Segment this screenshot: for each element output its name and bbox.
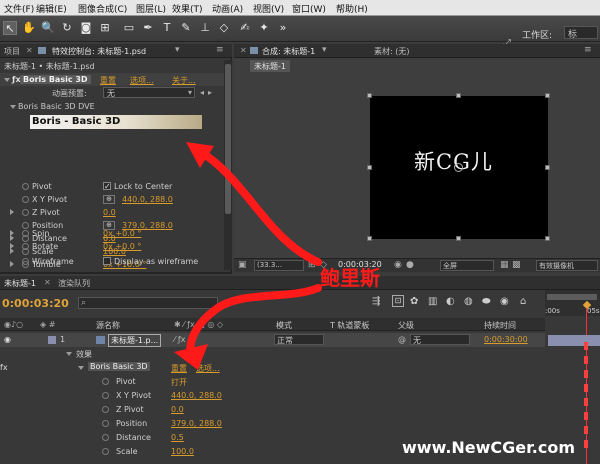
annotation-arrows [174, 142, 588, 448]
annotation-arrow-up [194, 146, 322, 266]
watermark-badge: www.NewCGer.com [392, 436, 598, 460]
watermark-text: www.NewCGer.com [402, 438, 575, 457]
keyframe-marker-dots [584, 342, 588, 448]
annotation-arrow-down [186, 284, 322, 356]
annotation-label: 鲍里斯 [320, 266, 380, 290]
